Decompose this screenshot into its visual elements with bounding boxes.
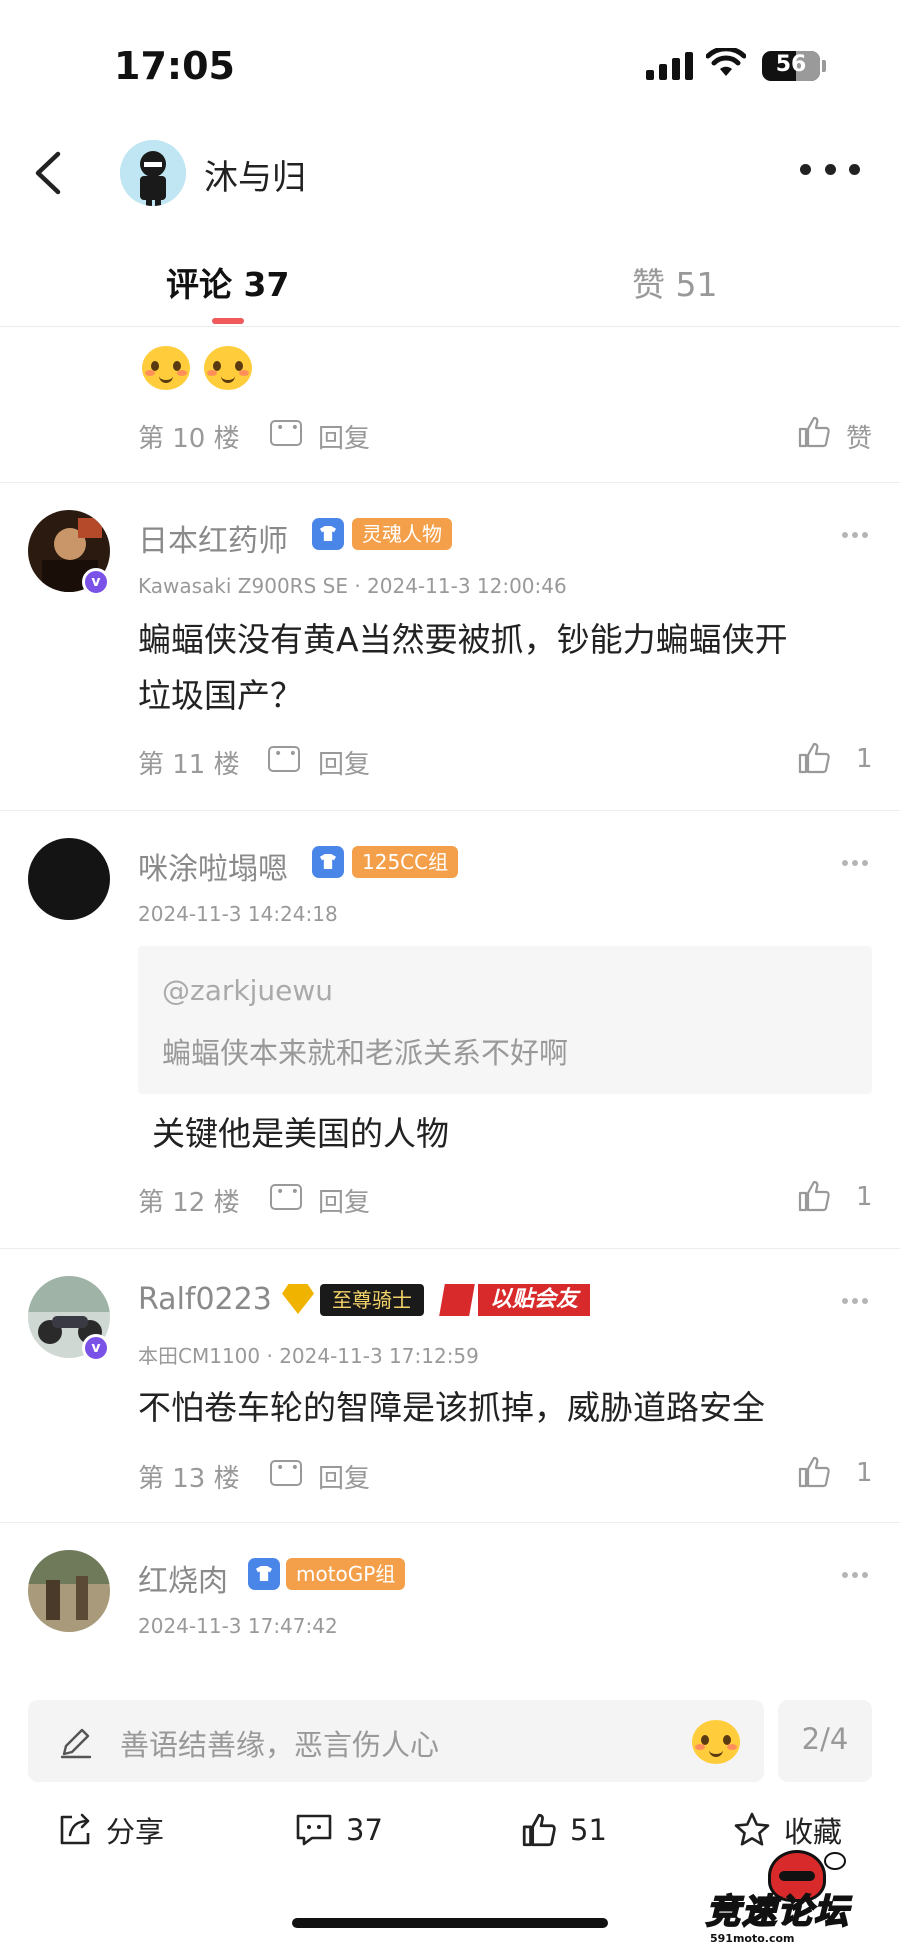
comment-author[interactable]: 红烧肉 bbox=[138, 1556, 228, 1600]
reply-icon[interactable] bbox=[270, 1460, 302, 1486]
status-bar: 17:05 56 bbox=[0, 0, 900, 120]
reply-button[interactable]: 回复 bbox=[318, 1182, 370, 1219]
reply-icon[interactable] bbox=[270, 1184, 302, 1210]
floor-number: 第 10 楼 bbox=[138, 424, 240, 454]
floor-number: 第 11 楼 bbox=[138, 750, 240, 780]
comment-author[interactable]: Ralf0223 bbox=[138, 1282, 272, 1317]
comment-icon bbox=[296, 1814, 332, 1846]
like-count: 1 bbox=[856, 1182, 873, 1212]
thumbs-up-icon[interactable] bbox=[796, 1454, 832, 1490]
battery-level: 56 bbox=[775, 52, 807, 77]
comment-text: 不怕卷车轮的智障是该抓掉，威胁道路安全 bbox=[138, 1388, 765, 1427]
shirt-badge-icon bbox=[312, 518, 344, 550]
avatar[interactable] bbox=[28, 1550, 110, 1632]
tab-active-indicator bbox=[212, 318, 244, 324]
comment-text: 蝙蝠侠没有黄A当然要被抓，钞能力蝙蝠侠开 bbox=[138, 620, 788, 659]
comment-more-icon[interactable] bbox=[842, 1298, 868, 1306]
emoji-picker-icon[interactable] bbox=[692, 1720, 740, 1764]
thumbs-up-icon[interactable] bbox=[796, 740, 832, 776]
watermark-url: 591moto.com bbox=[710, 1932, 795, 1945]
comment-text: 垃圾国产？ bbox=[138, 676, 303, 715]
tab-likes[interactable]: 赞 51 bbox=[632, 258, 718, 306]
comment-author[interactable]: 咪涂啦塌嗯 bbox=[138, 844, 288, 888]
tab-comments[interactable]: 评论 37 bbox=[166, 258, 289, 306]
like-button[interactable]: 51 bbox=[520, 1810, 607, 1850]
favorite-button[interactable]: 收藏 bbox=[732, 1810, 842, 1850]
like-count: 1 bbox=[856, 1458, 873, 1488]
reply-button[interactable]: 回复 bbox=[318, 744, 370, 781]
thumbs-up-icon[interactable] bbox=[796, 1178, 832, 1214]
user-title-badge: 125CC组 bbox=[352, 846, 459, 878]
smile-emoji-icon bbox=[204, 346, 252, 390]
shirt-badge-icon bbox=[248, 1558, 280, 1590]
home-indicator[interactable] bbox=[292, 1918, 608, 1928]
smile-emoji-icon bbox=[142, 346, 190, 390]
comment-author[interactable]: 日本红药师 bbox=[138, 516, 288, 560]
comment-more-icon[interactable] bbox=[842, 1572, 868, 1580]
thumbs-up-icon[interactable] bbox=[796, 414, 832, 450]
club-badge-icon bbox=[439, 1284, 475, 1316]
floor-number: 第 13 楼 bbox=[138, 1464, 240, 1494]
author-avatar[interactable] bbox=[120, 140, 186, 206]
club-badge: 以贴会友 bbox=[478, 1284, 591, 1316]
quoted-text: 蝙蝠侠本来就和老派关系不好啊 bbox=[162, 1036, 569, 1070]
share-button[interactable]: 分享 bbox=[56, 1810, 164, 1850]
back-arrow-icon[interactable] bbox=[26, 148, 72, 198]
wifi-icon bbox=[706, 48, 746, 76]
like-label[interactable]: 赞 bbox=[846, 418, 872, 455]
diamond-badge-icon bbox=[282, 1284, 314, 1314]
author-name[interactable]: 沐与归 bbox=[204, 150, 306, 199]
page-indicator: 2/4 bbox=[801, 1722, 849, 1756]
reply-button[interactable]: 回复 bbox=[318, 418, 370, 455]
comment-more-icon[interactable] bbox=[842, 532, 868, 540]
reply-icon[interactable] bbox=[270, 420, 302, 446]
verified-badge-icon: v bbox=[82, 1334, 110, 1362]
comment-meta: Kawasaki Z900RS SE · 2024-11-3 12:00:46 bbox=[138, 574, 567, 598]
comment-text: 关键他是美国的人物 bbox=[152, 1114, 449, 1153]
shirt-badge-icon bbox=[312, 846, 344, 878]
floor-number: 第 12 楼 bbox=[138, 1188, 240, 1218]
star-icon bbox=[734, 1812, 770, 1846]
comment-meta: 2024-11-3 14:24:18 bbox=[138, 902, 338, 926]
reply-icon[interactable] bbox=[268, 746, 300, 772]
battery-icon: 56 bbox=[762, 51, 820, 81]
user-title-badge: 灵魂人物 bbox=[352, 518, 452, 550]
cellular-signal-icon bbox=[646, 52, 693, 80]
watermark-text: 竞速论坛 bbox=[705, 1891, 850, 1933]
comment-more-icon[interactable] bbox=[842, 860, 868, 868]
more-options-icon[interactable] bbox=[800, 164, 860, 180]
status-time: 17:05 bbox=[114, 44, 235, 88]
site-watermark-logo: 竞速论坛 591moto.com bbox=[705, 1850, 896, 1945]
input-placeholder: 善语结善缘，恶言伤人心 bbox=[120, 1728, 440, 1762]
user-title-badge: motoGP组 bbox=[286, 1558, 406, 1590]
avatar[interactable] bbox=[28, 838, 110, 920]
verified-badge-icon: v bbox=[82, 568, 110, 596]
quoted-user: @zarkjuewu bbox=[162, 974, 333, 1007]
like-count: 1 bbox=[856, 744, 873, 774]
comment-meta: 本田CM1100 · 2024-11-3 17:12:59 bbox=[138, 1344, 479, 1368]
share-icon bbox=[60, 1813, 90, 1845]
comments-button[interactable]: 37 bbox=[294, 1810, 383, 1850]
thumbs-up-icon bbox=[522, 1813, 556, 1847]
knight-badge: 至尊骑士 bbox=[320, 1284, 424, 1316]
pen-icon bbox=[60, 1728, 92, 1759]
comment-meta: 2024-11-3 17:47:42 bbox=[138, 1614, 338, 1638]
reply-button[interactable]: 回复 bbox=[318, 1458, 370, 1495]
